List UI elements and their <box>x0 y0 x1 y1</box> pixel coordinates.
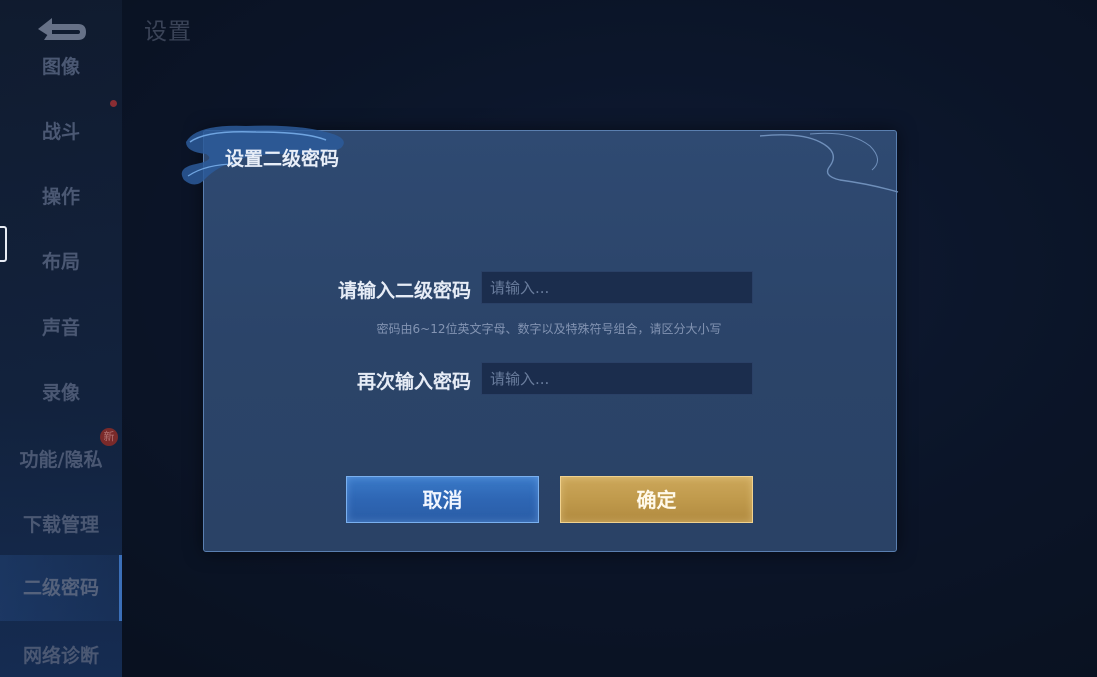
confirm-password-input[interactable] <box>481 362 753 395</box>
sidebar-item-downloads[interactable]: 下载管理 <box>0 510 122 537</box>
sidebar-item-controls[interactable]: 操作 <box>0 182 122 209</box>
sidebar-item-label: 战斗 <box>41 121 80 143</box>
sidebar-item-label: 操作 <box>41 186 80 208</box>
confirm-password-label: 再次输入密码 <box>356 371 471 393</box>
cancel-button[interactable]: 取消 <box>346 476 539 523</box>
sidebar-item-label: 录像 <box>41 382 80 404</box>
sidebar-item-label: 二级密码 <box>22 577 99 599</box>
password-hint: 密码由6~12位英文字母、数字以及特殊符号组合，请区分大小写 <box>376 322 722 336</box>
sidebar-item-label: 声音 <box>41 317 80 339</box>
sidebar-item-sound[interactable]: 声音 <box>0 313 122 340</box>
sidebar-item-label: 图像 <box>41 56 80 78</box>
notification-dot <box>110 100 117 107</box>
sidebar-item-privacy[interactable]: 功能/隐私 <box>0 445 122 472</box>
sidebar-item-network[interactable]: 网络诊断 <box>0 641 122 668</box>
sidebar-item-label: 下载管理 <box>22 514 99 536</box>
settings-screen: 设置 图像 战斗 操作 布局 声音 录像 新 功能/隐私 下载管理 二级密码 网… <box>0 0 1097 677</box>
confirm-button[interactable]: 确定 <box>560 476 753 523</box>
sidebar-item-label: 网络诊断 <box>22 645 99 667</box>
back-arrow-icon[interactable] <box>30 12 90 46</box>
sidebar-item-label: 功能/隐私 <box>19 449 103 471</box>
sidebar-item-label: 布局 <box>41 251 80 273</box>
new-badge: 新 <box>100 428 118 446</box>
sidebar-item-secondary-password[interactable]: 二级密码 <box>0 555 122 621</box>
password-input[interactable] <box>481 271 753 304</box>
sidebar-item-layout[interactable]: 布局 <box>0 247 122 274</box>
sidebar-item-battle[interactable]: 战斗 <box>0 117 122 144</box>
sidebar-item-replay[interactable]: 录像 <box>0 378 122 405</box>
dialog-title: 设置二级密码 <box>225 148 340 170</box>
swirl-ornament-icon <box>760 132 899 193</box>
password-label: 请输入二级密码 <box>337 280 471 302</box>
sidebar-item-graphics[interactable]: 图像 <box>0 52 122 79</box>
